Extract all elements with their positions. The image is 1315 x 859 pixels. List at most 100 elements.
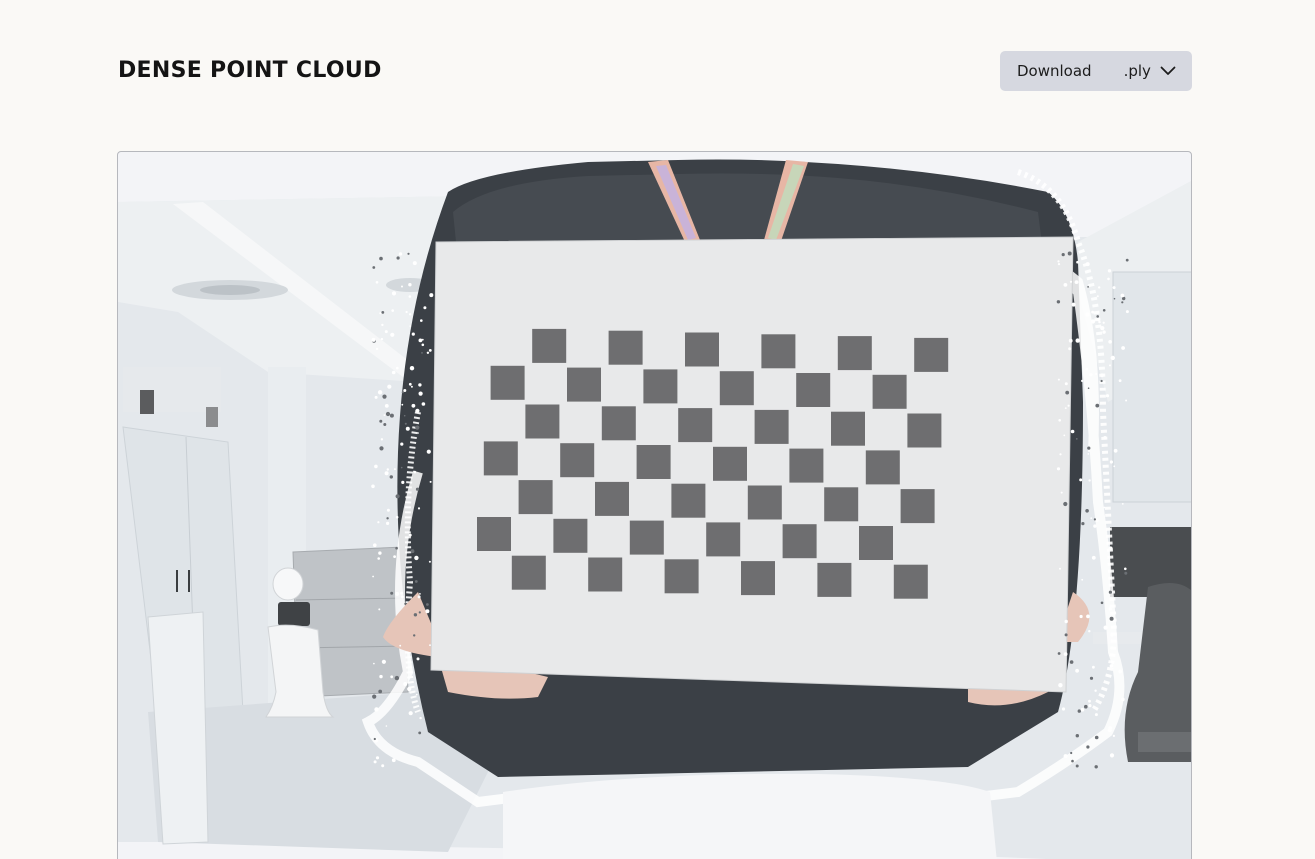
- point-speckle: [1071, 302, 1076, 307]
- point-speckle: [429, 644, 431, 647]
- point-speckle: [395, 591, 400, 596]
- point-speckle: [1075, 438, 1078, 440]
- point-speckle: [1109, 616, 1114, 621]
- point-speckle: [1063, 283, 1068, 287]
- window: [1112, 271, 1191, 503]
- point-speckle: [1063, 501, 1068, 507]
- download-button[interactable]: Download .ply: [1000, 51, 1192, 91]
- point-speckle: [1089, 373, 1093, 377]
- point-speckle: [391, 758, 396, 763]
- point-speckle: [1060, 491, 1063, 494]
- point-speckle: [1057, 378, 1060, 381]
- point-speckle: [1108, 340, 1112, 344]
- point-speckle: [1110, 355, 1115, 361]
- point-speckle: [374, 464, 378, 469]
- point-speckle: [389, 475, 393, 479]
- point-speckle: [1064, 619, 1068, 624]
- point-speckle: [1067, 404, 1070, 407]
- point-speckle: [393, 555, 396, 558]
- point-speckle: [1080, 707, 1085, 712]
- checker-square: [741, 561, 775, 596]
- point-speckle: [380, 337, 384, 341]
- point-speckle: [408, 283, 412, 287]
- chevron-down-icon[interactable]: [1160, 66, 1176, 76]
- point-speckle: [1103, 506, 1106, 509]
- point-speckle: [416, 657, 420, 661]
- point-speckle: [1108, 546, 1113, 551]
- point-speckle: [410, 385, 413, 388]
- point-speckle: [423, 306, 427, 310]
- point-speckle: [1102, 330, 1106, 334]
- point-speckle: [1057, 263, 1061, 266]
- point-speckle: [390, 591, 394, 595]
- page-title: DENSE POINT CLOUD: [118, 58, 382, 83]
- point-speckle: [414, 580, 418, 583]
- point-speckle: [1058, 419, 1061, 422]
- point-speckle: [1100, 601, 1104, 605]
- point-speckle: [399, 644, 402, 647]
- point-speckle: [373, 760, 377, 764]
- robot-tablet: [278, 602, 310, 626]
- point-speckle: [386, 468, 389, 471]
- checker-square: [747, 485, 782, 520]
- point-speckle: [1056, 467, 1061, 471]
- point-speckle: [1112, 734, 1115, 738]
- point-speckle: [414, 555, 419, 561]
- checker-square: [601, 406, 636, 441]
- checker-square: [796, 373, 831, 407]
- point-speckle: [393, 468, 396, 471]
- point-speckle: [373, 662, 375, 665]
- point-speckle: [1068, 347, 1072, 351]
- point-speckle: [377, 390, 383, 395]
- point-speckle: [1075, 338, 1080, 343]
- point-speckle: [1124, 567, 1127, 571]
- calibration-board: [430, 236, 1074, 693]
- point-speckle: [1068, 338, 1073, 343]
- point-speckle: [1121, 301, 1124, 304]
- point-speckle: [1089, 676, 1094, 680]
- checker-square: [511, 555, 546, 590]
- checker-square: [490, 365, 525, 400]
- point-speckle: [1087, 387, 1090, 389]
- checker-square: [914, 337, 949, 372]
- format-select[interactable]: .ply: [1124, 62, 1151, 80]
- point-speckle: [1065, 390, 1070, 395]
- point-speckle: [1070, 751, 1073, 755]
- point-speckle: [420, 319, 423, 322]
- point-speckle: [1087, 453, 1090, 455]
- checker-square: [719, 371, 754, 406]
- point-speckle: [418, 338, 423, 343]
- point-speckle: [379, 419, 383, 423]
- point-speckle: [429, 293, 434, 298]
- point-speckle: [1109, 753, 1115, 758]
- point-speckle: [401, 391, 404, 394]
- point-speckle: [1107, 269, 1112, 273]
- point-speckle: [1100, 373, 1104, 378]
- point-speckle: [1079, 478, 1083, 482]
- point-speckle: [371, 484, 375, 489]
- page: DENSE POINT CLOUD Download .ply: [0, 0, 1315, 859]
- point-speckle: [415, 425, 420, 430]
- point-speckle: [1109, 460, 1113, 464]
- checker-square: [671, 483, 706, 518]
- point-speckle: [385, 411, 391, 417]
- point-speckle: [382, 394, 387, 399]
- point-speckle: [391, 291, 397, 296]
- point-speckle: [409, 313, 412, 316]
- point-speckle: [1096, 295, 1099, 298]
- point-cloud-canvas[interactable]: [118, 152, 1192, 859]
- point-speckle: [1074, 280, 1079, 284]
- point-speckle: [408, 711, 413, 716]
- point-speckle: [1064, 382, 1068, 386]
- checker-square: [865, 450, 900, 485]
- cabinet-handle: [176, 570, 178, 592]
- point-cloud-viewer[interactable]: [117, 151, 1192, 859]
- point-speckle: [390, 675, 394, 679]
- point-speckle: [372, 575, 374, 578]
- point-speckle: [1064, 407, 1067, 409]
- point-speckle: [1085, 509, 1089, 513]
- point-speckle: [1086, 745, 1090, 749]
- point-speckle: [371, 337, 376, 342]
- point-speckle: [421, 402, 426, 406]
- point-speckle: [377, 521, 380, 524]
